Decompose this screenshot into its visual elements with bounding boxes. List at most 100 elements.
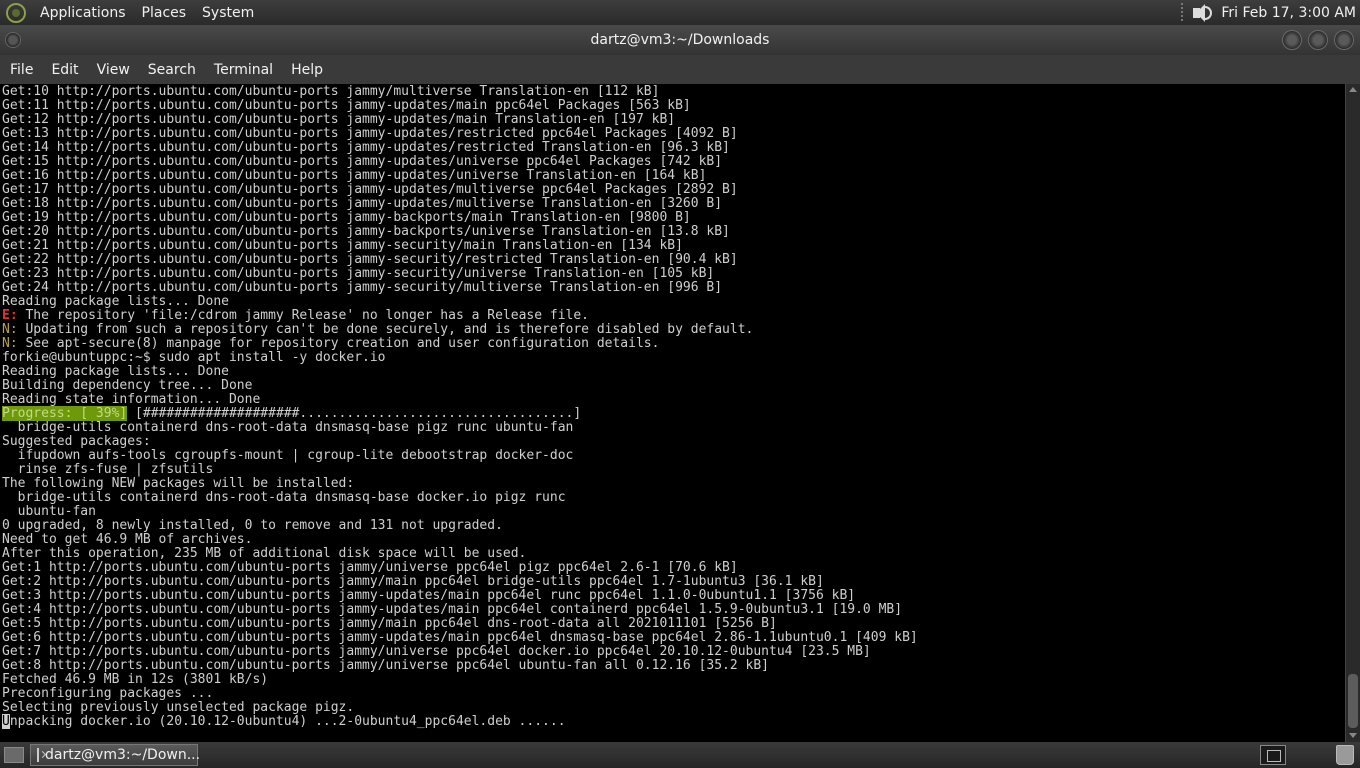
terminal-scrollbar[interactable] <box>1345 84 1360 742</box>
menu-view[interactable]: View <box>89 62 138 78</box>
trash-icon[interactable] <box>1336 745 1354 765</box>
minimize-button[interactable] <box>1282 30 1302 50</box>
line-text: Get:3 http://ports.ubuntu.com/ubuntu-por… <box>2 588 856 603</box>
close-button[interactable] <box>1334 30 1354 50</box>
line-text: rinse zfs-fuse | zfsutils <box>2 462 214 477</box>
terminal-line: Building dependency tree... Done <box>2 379 1345 393</box>
line-text: ifupdown aufs-tools cgroupfs-mount | cgr… <box>2 448 574 463</box>
line-text: Get:8 http://ports.ubuntu.com/ubuntu-por… <box>2 658 770 673</box>
clock[interactable]: Fri Feb 17, 3:00 AM <box>1221 5 1356 21</box>
line-text: Get:5 http://ports.ubuntu.com/ubuntu-por… <box>2 616 777 631</box>
terminal-line: N: Updating from such a repository can't… <box>2 323 1345 337</box>
terminal-line: bridge-utils containerd dns-root-data dn… <box>2 421 1345 435</box>
line-text: Fetched 46.9 MB in 12s (3801 kB/s) <box>2 672 269 687</box>
line-text: bridge-utils containerd dns-root-data dn… <box>2 490 566 505</box>
terminal-line: Get:11 http://ports.ubuntu.com/ubuntu-po… <box>2 99 1345 113</box>
window-menu-icon[interactable] <box>5 32 21 48</box>
terminal-icon <box>37 748 39 762</box>
terminal-line: Get:18 http://ports.ubuntu.com/ubuntu-po… <box>2 197 1345 211</box>
terminal-line: Get:21 http://ports.ubuntu.com/ubuntu-po… <box>2 239 1345 253</box>
line-text: Get:20 http://ports.ubuntu.com/ubuntu-po… <box>2 224 730 239</box>
line-text: Building dependency tree... Done <box>2 378 253 393</box>
window-titlebar[interactable]: dartz@vm3:~/Downloads <box>0 25 1360 55</box>
terminal-line: Reading package lists... Done <box>2 295 1345 309</box>
terminal-line: Get:19 http://ports.ubuntu.com/ubuntu-po… <box>2 211 1345 225</box>
line-text: forkie@ubuntuppc:~$ sudo apt install -y … <box>2 350 386 365</box>
line-text: Selecting previously unselected package … <box>2 700 355 715</box>
line-text: ubuntu-fan <box>2 504 96 519</box>
terminal-line: Get:8 http://ports.ubuntu.com/ubuntu-por… <box>2 659 1345 673</box>
terminal-line: Get:3 http://ports.ubuntu.com/ubuntu-por… <box>2 589 1345 603</box>
volume-icon[interactable] <box>1191 3 1213 23</box>
terminal-line: Preconfiguring packages ... <box>2 687 1345 701</box>
line-text: Get:11 http://ports.ubuntu.com/ubuntu-po… <box>2 98 691 113</box>
line-text: Suggested packages: <box>2 434 151 449</box>
menu-file[interactable]: File <box>2 62 41 78</box>
line-text: The following NEW packages will be insta… <box>2 476 355 491</box>
line-text: Get:15 http://ports.ubuntu.com/ubuntu-po… <box>2 154 723 169</box>
terminal-menubar: File Edit View Search Terminal Help <box>0 55 1360 84</box>
system-menu[interactable]: System <box>194 5 262 21</box>
terminal-line: Reading package lists... Done <box>2 365 1345 379</box>
terminal-line: Get:23 http://ports.ubuntu.com/ubuntu-po… <box>2 267 1345 281</box>
terminal-line: ifupdown aufs-tools cgroupfs-mount | cgr… <box>2 449 1345 463</box>
top-panel: Applications Places System Fri Feb 17, 3… <box>0 0 1360 25</box>
bottom-panel: dartz@vm3:~/Down... <box>0 742 1360 768</box>
applications-menu[interactable]: Applications <box>32 5 134 21</box>
line-text: Get:4 http://ports.ubuntu.com/ubuntu-por… <box>2 602 903 617</box>
terminal-line: Get:22 http://ports.ubuntu.com/ubuntu-po… <box>2 253 1345 267</box>
terminal-line: Fetched 46.9 MB in 12s (3801 kB/s) <box>2 673 1345 687</box>
scrollbar-thumb[interactable] <box>1348 674 1358 728</box>
terminal-output[interactable]: Get:10 http://ports.ubuntu.com/ubuntu-po… <box>0 84 1345 742</box>
maximize-button[interactable] <box>1308 30 1328 50</box>
terminal-line: Get:13 http://ports.ubuntu.com/ubuntu-po… <box>2 127 1345 141</box>
terminal-line: forkie@ubuntuppc:~$ sudo apt install -y … <box>2 351 1345 365</box>
menu-edit[interactable]: Edit <box>43 62 86 78</box>
taskbar-task-label: dartz@vm3:~/Down... <box>45 747 201 763</box>
line-text: Get:2 http://ports.ubuntu.com/ubuntu-por… <box>2 574 824 589</box>
scroll-up-icon[interactable] <box>1349 87 1357 92</box>
line-text: Get:18 http://ports.ubuntu.com/ubuntu-po… <box>2 196 723 211</box>
line-text: Get:7 http://ports.ubuntu.com/ubuntu-por… <box>2 644 871 659</box>
terminal-line: Get:15 http://ports.ubuntu.com/ubuntu-po… <box>2 155 1345 169</box>
line-text: Get:19 http://ports.ubuntu.com/ubuntu-po… <box>2 210 691 225</box>
line-prefix-progress: Progress: [ 39%] <box>2 406 128 421</box>
line-prefix-err: E: <box>2 308 18 323</box>
line-text: Get:1 http://ports.ubuntu.com/ubuntu-por… <box>2 560 738 575</box>
places-menu[interactable]: Places <box>134 5 195 21</box>
menu-terminal[interactable]: Terminal <box>206 62 281 78</box>
line-text: 0 upgraded, 8 newly installed, 0 to remo… <box>2 518 503 533</box>
line-text: Need to get 46.9 MB of archives. <box>2 532 253 547</box>
line-text: npacking docker.io (20.10.12-0ubuntu4) .… <box>9 714 566 729</box>
terminal-line: Get:16 http://ports.ubuntu.com/ubuntu-po… <box>2 169 1345 183</box>
panel-separator <box>1181 2 1184 23</box>
show-desktop-icon[interactable] <box>4 747 24 763</box>
terminal-line: N: See apt-secure(8) manpage for reposit… <box>2 337 1345 351</box>
line-text: bridge-utils containerd dns-root-data dn… <box>2 420 574 435</box>
taskbar-terminal-button[interactable]: dartz@vm3:~/Down... <box>30 744 201 766</box>
workspace-switcher[interactable] <box>1260 745 1286 765</box>
terminal-line: Unpacking docker.io (20.10.12-0ubuntu4) … <box>2 714 1345 729</box>
terminal-line: Suggested packages: <box>2 435 1345 449</box>
line-text: [####################...................… <box>127 406 582 421</box>
menu-search[interactable]: Search <box>140 62 204 78</box>
window-controls <box>1282 30 1354 50</box>
line-text: Get:13 http://ports.ubuntu.com/ubuntu-po… <box>2 126 738 141</box>
menu-help[interactable]: Help <box>283 62 331 78</box>
terminal-line: Get:10 http://ports.ubuntu.com/ubuntu-po… <box>2 85 1345 99</box>
terminal-line: Get:5 http://ports.ubuntu.com/ubuntu-por… <box>2 617 1345 631</box>
scroll-down-icon[interactable] <box>1349 733 1357 738</box>
line-text: Get:14 http://ports.ubuntu.com/ubuntu-po… <box>2 140 730 155</box>
line-text: Get:6 http://ports.ubuntu.com/ubuntu-por… <box>2 630 918 645</box>
line-text: Updating from such a repository can't be… <box>17 322 754 337</box>
terminal-line: bridge-utils containerd dns-root-data dn… <box>2 491 1345 505</box>
terminal-line: ubuntu-fan <box>2 505 1345 519</box>
line-text: Reading state information... Done <box>2 392 261 407</box>
terminal-line: Selecting previously unselected package … <box>2 701 1345 715</box>
line-text: Get:21 http://ports.ubuntu.com/ubuntu-po… <box>2 238 683 253</box>
terminal-line: After this operation, 235 MB of addition… <box>2 547 1345 561</box>
terminal-line: Reading state information... Done <box>2 393 1345 407</box>
distro-logo-icon[interactable] <box>6 2 26 23</box>
line-text: After this operation, 235 MB of addition… <box>2 546 527 561</box>
terminal-line: E: The repository 'file:/cdrom jammy Rel… <box>2 309 1345 323</box>
